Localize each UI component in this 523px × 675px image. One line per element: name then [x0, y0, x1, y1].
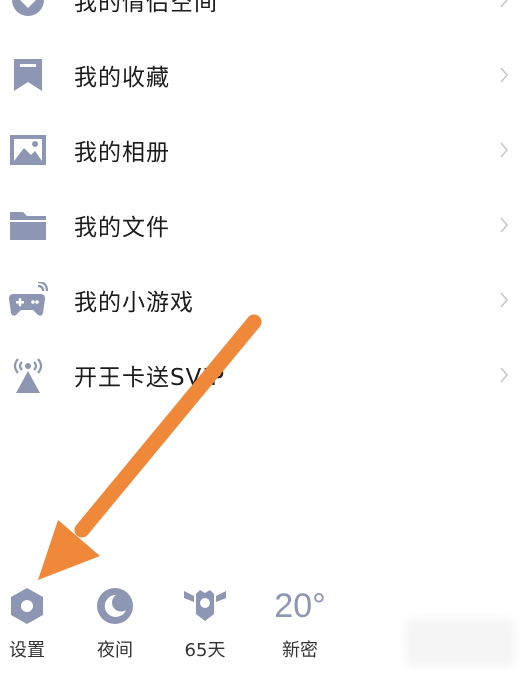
days-counter-button[interactable]: 65天 — [170, 580, 240, 670]
settings-button[interactable]: 设置 — [0, 580, 62, 670]
menu-item-album[interactable]: 我的相册 — [0, 112, 523, 187]
menu-item-couple-space[interactable]: 我的情侣空间 — [0, 0, 523, 37]
menu-item-label: 我的情侣空间 — [74, 0, 218, 16]
badge-icon — [182, 584, 228, 628]
blurred-watermark — [405, 618, 515, 666]
menu-item-label: 开王卡送SVIP — [74, 364, 225, 391]
days-counter-label: 65天 — [184, 640, 226, 661]
chevron-right-icon — [497, 65, 511, 85]
menu-item-wangka-svip[interactable]: 开王卡送SVIP — [0, 337, 523, 412]
chevron-right-icon — [497, 365, 511, 385]
heart-icon — [8, 0, 48, 20]
settings-label: 设置 — [9, 640, 45, 661]
gamepad-icon — [8, 280, 48, 320]
chevron-right-icon — [497, 290, 511, 310]
menu-item-minigames[interactable]: 我的小游戏 — [0, 262, 523, 337]
menu-item-label: 我的相册 — [74, 139, 170, 166]
bottom-toolbar: 设置 夜间 65天 20° 新密 — [0, 580, 360, 670]
chevron-right-icon — [497, 215, 511, 235]
photo-icon — [8, 130, 48, 170]
menu-item-favorites[interactable]: 我的收藏 — [0, 37, 523, 112]
menu-item-files[interactable]: 我的文件 — [0, 187, 523, 262]
gear-icon — [8, 584, 46, 628]
menu-list: 我的情侣空间 我的收藏 我的相册 我的文件 我的小游戏 开王卡送SVIP — [0, 0, 523, 412]
qq-side-menu-screen: 我的情侣空间 我的收藏 我的相册 我的文件 我的小游戏 开王卡送SVIP 设置 … — [0, 0, 523, 675]
moon-icon — [95, 584, 135, 628]
menu-item-label: 我的收藏 — [74, 64, 170, 91]
menu-item-label: 我的文件 — [74, 214, 170, 241]
weather-location-label: 新密 — [282, 640, 318, 661]
menu-item-label: 我的小游戏 — [74, 289, 194, 316]
broadcast-icon — [8, 355, 48, 395]
bookmark-icon — [8, 55, 48, 95]
night-mode-label: 夜间 — [97, 640, 133, 661]
weather-button[interactable]: 20° 新密 — [265, 580, 335, 670]
chevron-right-icon — [497, 140, 511, 160]
folder-icon — [8, 205, 48, 245]
chevron-right-icon — [497, 0, 511, 10]
weather-temperature: 20° — [274, 586, 326, 625]
night-mode-button[interactable]: 夜间 — [80, 580, 150, 670]
